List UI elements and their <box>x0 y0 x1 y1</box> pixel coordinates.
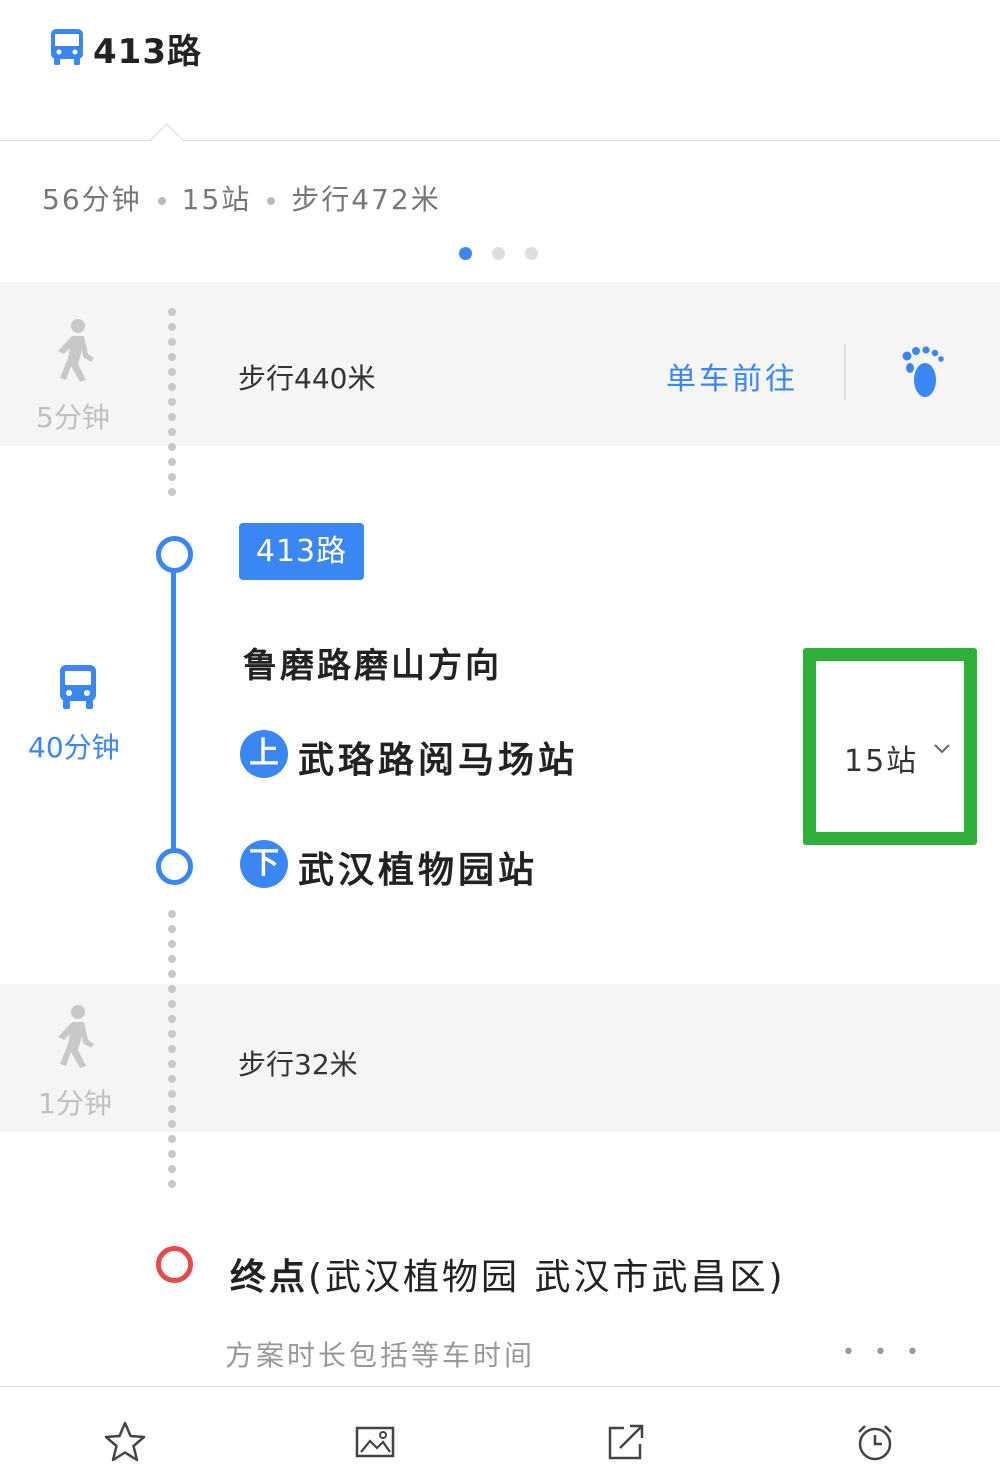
destination-detail: (武汉植物园 武汉市武昌区) <box>308 1257 786 1298</box>
summary-duration: 56分钟 <box>42 183 142 216</box>
walk-segment-2[interactable] <box>0 984 1000 1132</box>
more-icon[interactable]: • • • <box>842 1340 925 1365</box>
bus-line-tag[interactable]: 413路 <box>239 523 364 580</box>
route-summary: 56分钟 15站 步行472米 <box>42 178 441 218</box>
board-stop-name[interactable]: 武珞路阅马场站 <box>298 731 578 783</box>
bus-icon <box>60 665 96 709</box>
walk-dotted-line-2 <box>168 910 176 1195</box>
bottom-toolbar <box>0 1386 1000 1483</box>
star-icon[interactable] <box>103 1420 147 1464</box>
walk-distance-1: 步行440米 <box>238 362 376 395</box>
share-icon[interactable] <box>604 1420 648 1464</box>
page-dot-2[interactable] <box>492 247 505 260</box>
walk-icon <box>58 319 94 382</box>
walk-time-2: 1分钟 <box>38 1087 112 1120</box>
chevron-down-icon[interactable] <box>932 742 952 756</box>
walk-time-1: 5分钟 <box>36 401 110 434</box>
destination-title: 终点(武汉植物园 武汉市武昌区) <box>230 1248 786 1300</box>
board-stop-marker <box>156 536 193 573</box>
image-icon[interactable] <box>353 1420 397 1464</box>
bus-icon <box>51 29 83 65</box>
bus-time: 40分钟 <box>28 731 120 764</box>
alight-stop-name[interactable]: 武汉植物园站 <box>298 841 538 893</box>
section-band <box>0 282 1000 300</box>
board-badge: 上 <box>240 730 288 778</box>
route-title: 413路 <box>93 32 202 72</box>
walk-segment-1[interactable] <box>0 300 1000 446</box>
destination-prefix: 终点 <box>230 1257 309 1298</box>
page-dot-3[interactable] <box>525 247 538 260</box>
footprint-icon[interactable] <box>900 346 944 400</box>
walk-distance-2: 步行32米 <box>238 1048 358 1081</box>
bus-direction: 鲁磨路磨山方向 <box>243 646 502 686</box>
vertical-divider <box>844 344 846 400</box>
bus-route-line <box>171 560 176 860</box>
page-dot-1[interactable] <box>459 247 472 260</box>
summary-walk: 步行472米 <box>291 183 441 216</box>
bike-option-link[interactable]: 单车前往 <box>666 354 798 398</box>
summary-stops: 15站 <box>181 183 252 216</box>
alarm-icon[interactable] <box>853 1420 897 1464</box>
alight-badge: 下 <box>240 840 288 888</box>
walk-icon <box>58 1005 94 1068</box>
separator-dot <box>157 197 166 205</box>
alight-stop-marker <box>156 848 193 885</box>
walk-dotted-line-1 <box>168 308 176 503</box>
destination-marker <box>156 1246 193 1283</box>
duration-note: 方案时长包括等车时间 <box>225 1339 536 1372</box>
page-indicator[interactable] <box>459 245 558 264</box>
separator-dot <box>267 197 276 205</box>
stop-count-toggle[interactable]: 15站 <box>844 736 918 780</box>
